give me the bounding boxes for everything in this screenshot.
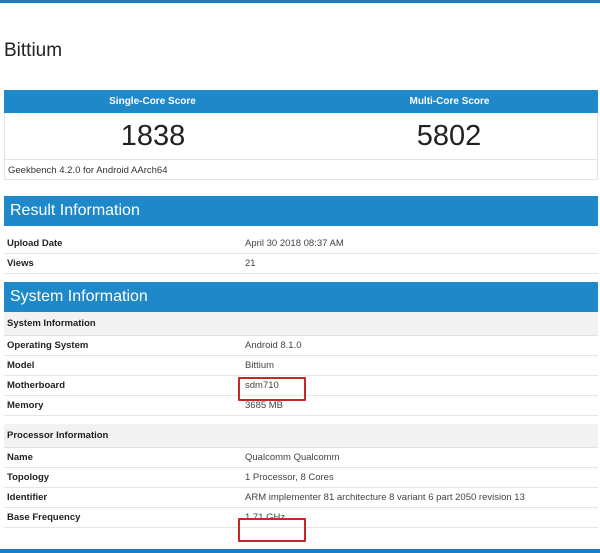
score-values: 1838 5802 [4,113,598,159]
system-information-header: System Information [4,282,598,312]
table-row: Identifier ARM implementer 81 architectu… [4,488,598,508]
row-key: Name [7,452,33,463]
table-row: Upload Date April 30 2018 08:37 AM [4,234,598,254]
row-value: Android 8.1.0 [245,340,302,351]
benchmark-version[interactable]: Geekbench 4.2.0 for Android AArch64 [4,159,598,180]
row-key: Model [7,360,35,371]
base-frequency-highlight-box [238,518,306,542]
row-key: Memory [7,400,44,411]
row-value: 21 [245,258,256,269]
score-panel: Single-Core Score Multi-Core Score 1838 … [4,90,598,180]
multi-core-score: 5802 [416,120,482,152]
multi-core-label: Multi-Core Score [409,96,490,107]
row-key: Base Frequency [7,512,81,523]
bottom-accent-bar [0,549,600,553]
single-core-score: 1838 [120,120,186,152]
row-value: Qualcomm Qualcomm [245,452,340,463]
table-row: Views 21 [4,254,598,274]
row-value: ARM implementer 81 architecture 8 varian… [245,492,525,503]
system-information-table: System Information Operating System Andr… [4,312,598,528]
score-header: Single-Core Score Multi-Core Score [4,90,598,113]
row-key: Motherboard [7,380,66,391]
table-row: Operating System Android 8.1.0 [4,336,598,356]
top-accent-bar [0,0,600,3]
single-core-label: Single-Core Score [109,96,196,107]
table-row: Model Bittium [4,356,598,376]
result-information-header: Result Information [4,196,598,226]
row-key: Topology [7,472,50,483]
motherboard-highlight-box [238,377,306,401]
row-key: Identifier [7,492,48,503]
row-value: April 30 2018 08:37 AM [245,238,344,249]
row-key: Operating System [7,340,89,351]
result-information-table: Upload Date April 30 2018 08:37 AM Views… [4,226,598,274]
row-key: Views [7,258,34,269]
row-key: Upload Date [7,238,63,249]
row-value: Bittium [245,360,275,371]
page-title: Bittium [4,40,63,61]
system-subheader: System Information [4,312,598,336]
row-value: 1 Processor, 8 Cores [245,472,334,483]
table-row: Topology 1 Processor, 8 Cores [4,468,598,488]
table-row: Name Qualcomm Qualcomm [4,448,598,468]
processor-subheader: Processor Information [4,424,598,448]
